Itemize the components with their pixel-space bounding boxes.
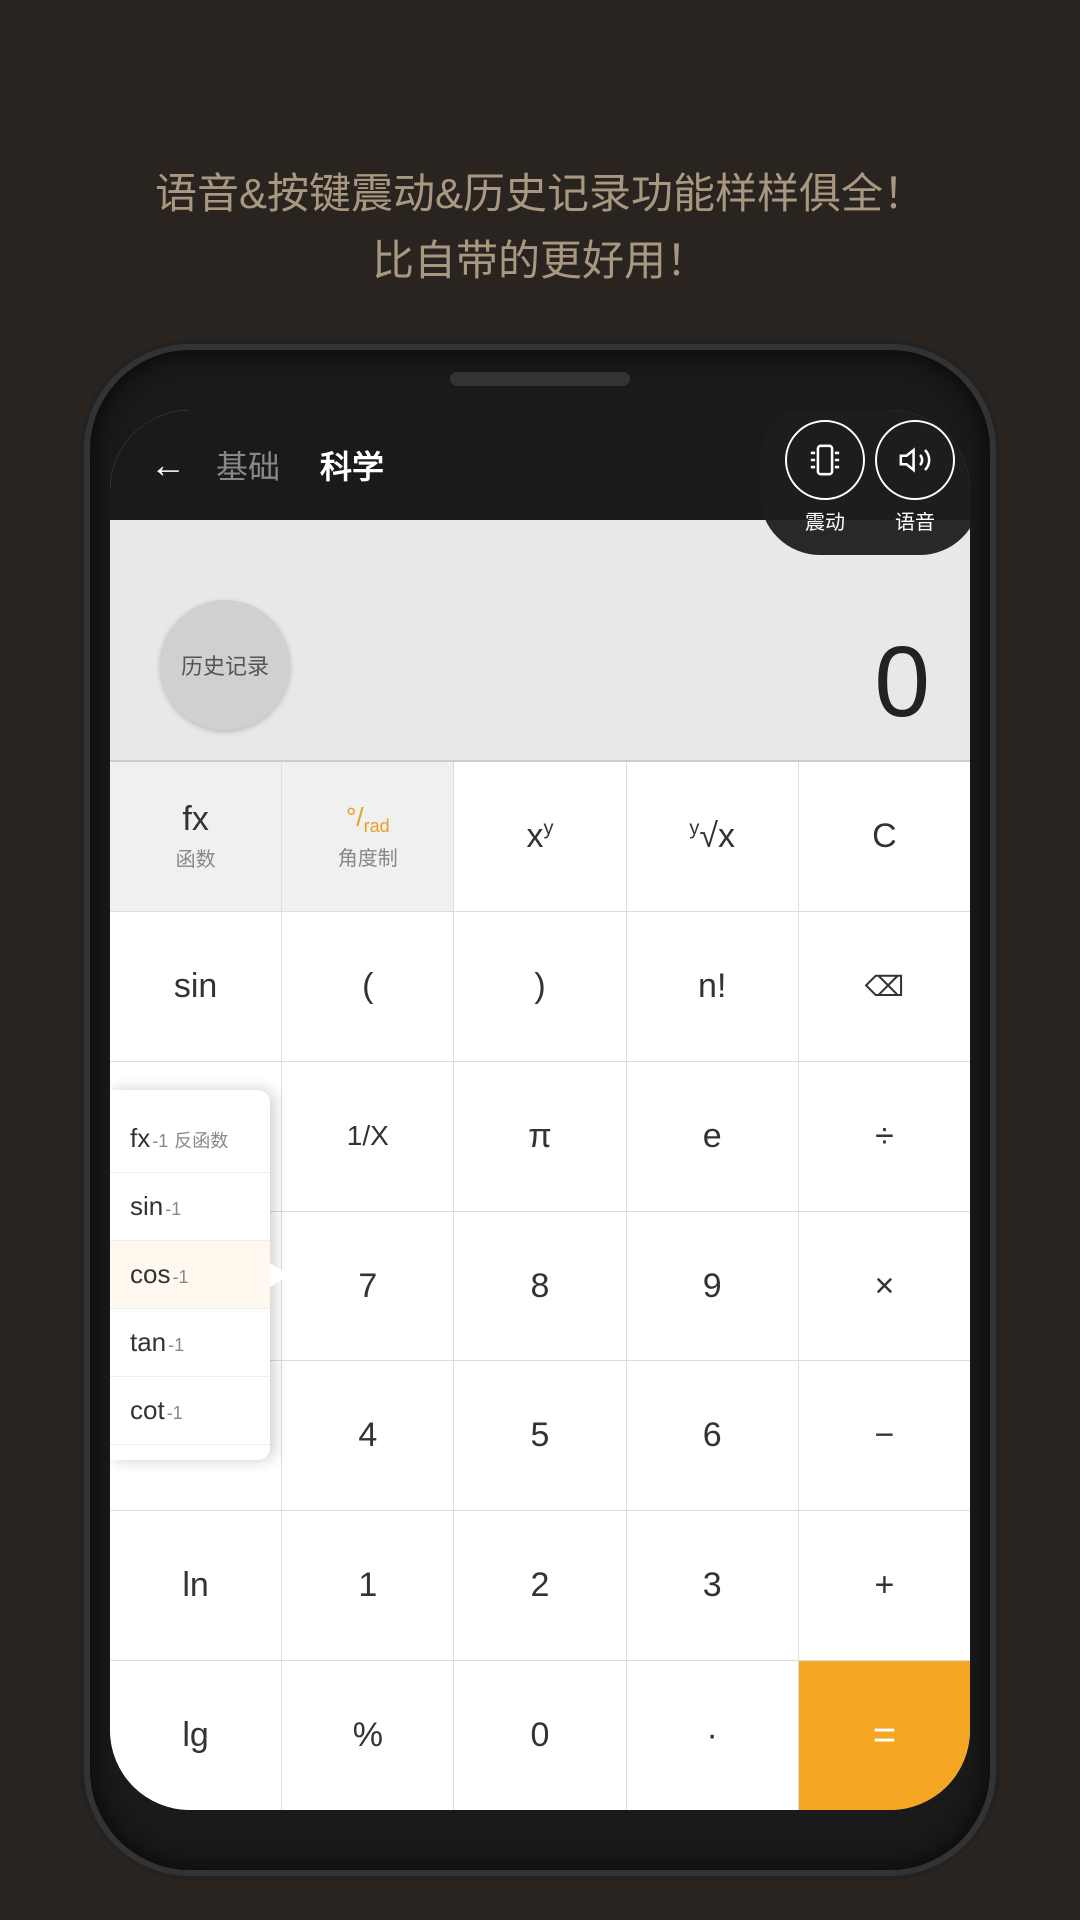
key-7[interactable]: 7: [282, 1212, 454, 1361]
key-backspace[interactable]: ⌫: [799, 912, 970, 1061]
promo-line1: 语音&按键震动&历史记录功能样样俱全！: [80, 160, 1000, 227]
key-3[interactable]: 3: [627, 1511, 799, 1660]
key-yroot[interactable]: y√x: [627, 762, 799, 911]
key-row-1: fx 函数 °/rad 角度制 xy y√x C: [110, 762, 970, 912]
key-0[interactable]: 0: [454, 1661, 626, 1810]
key-lg[interactable]: lg: [110, 1661, 282, 1810]
phone-screen: ← 基础 科学: [110, 410, 970, 1810]
key-lparen[interactable]: (: [282, 912, 454, 1061]
phone-speaker: [450, 372, 630, 386]
history-button[interactable]: 历史记录: [160, 600, 290, 730]
panel-item-sin-inv[interactable]: sin-1: [110, 1173, 270, 1241]
key-divide[interactable]: ÷: [799, 1062, 970, 1211]
tab-basic[interactable]: 基础: [216, 442, 280, 488]
back-button[interactable]: ←: [150, 444, 186, 486]
key-sin[interactable]: sin: [110, 912, 282, 1061]
key-4[interactable]: 4: [282, 1361, 454, 1510]
display-area: 历史记录 0: [110, 520, 970, 760]
sound-icon: [875, 420, 955, 500]
display-number: 0: [874, 625, 930, 740]
key-e[interactable]: e: [627, 1062, 799, 1211]
key-8[interactable]: 8: [454, 1212, 626, 1361]
key-row-7: lg % 0 · =: [110, 1661, 970, 1810]
header-tabs: 基础 科学: [216, 442, 384, 488]
slide-panel: fx-1 反函数 sin-1 cos-1 tan-1 cot-1: [110, 1090, 270, 1460]
header-bar: ← 基础 科学: [110, 410, 970, 520]
key-clear[interactable]: C: [799, 762, 970, 911]
key-percent[interactable]: %: [282, 1661, 454, 1810]
key-row-2: sin ( ) n! ⌫: [110, 912, 970, 1062]
header-popup: 震动 语音: [760, 410, 970, 555]
key-equals[interactable]: =: [799, 1661, 970, 1810]
key-pi[interactable]: π: [454, 1062, 626, 1211]
sound-label: 语音: [895, 506, 935, 535]
key-9[interactable]: 9: [627, 1212, 799, 1361]
promo-line2: 比自带的更好用！: [80, 227, 1000, 294]
key-multiply[interactable]: ×: [799, 1212, 970, 1361]
panel-item-cot-inv[interactable]: cot-1: [110, 1377, 270, 1445]
vibrate-label: 震动: [805, 506, 845, 535]
key-row-6: ln 1 2 3 +: [110, 1511, 970, 1661]
key-add[interactable]: +: [799, 1511, 970, 1660]
key-fx[interactable]: fx 函数: [110, 762, 282, 911]
key-dot[interactable]: ·: [627, 1661, 799, 1810]
key-power[interactable]: xy: [454, 762, 626, 911]
panel-arrow: [270, 1263, 290, 1287]
vibrate-button[interactable]: 震动: [785, 420, 865, 535]
promo-text-area: 语音&按键震动&历史记录功能样样俱全！ 比自带的更好用！: [0, 0, 1080, 354]
key-5[interactable]: 5: [454, 1361, 626, 1510]
key-reciprocal[interactable]: 1/X: [282, 1062, 454, 1211]
sound-button[interactable]: 语音: [875, 420, 955, 535]
key-subtract[interactable]: −: [799, 1361, 970, 1510]
key-ln[interactable]: ln: [110, 1511, 282, 1660]
phone-shell: ← 基础 科学: [90, 350, 990, 1870]
panel-item-tan-inv[interactable]: tan-1: [110, 1309, 270, 1377]
vibrate-icon: [785, 420, 865, 500]
key-factorial[interactable]: n!: [627, 912, 799, 1061]
key-2[interactable]: 2: [454, 1511, 626, 1660]
panel-item-cos-inv[interactable]: cos-1: [110, 1241, 270, 1309]
key-6[interactable]: 6: [627, 1361, 799, 1510]
key-angle-mode[interactable]: °/rad 角度制: [282, 762, 454, 911]
tab-science[interactable]: 科学: [320, 442, 384, 488]
key-1[interactable]: 1: [282, 1511, 454, 1660]
key-rparen[interactable]: ): [454, 912, 626, 1061]
panel-item-fx-inv[interactable]: fx-1 反函数: [110, 1105, 270, 1173]
keyboard-area: fx-1 反函数 sin-1 cos-1 tan-1 cot-1: [110, 762, 970, 1810]
